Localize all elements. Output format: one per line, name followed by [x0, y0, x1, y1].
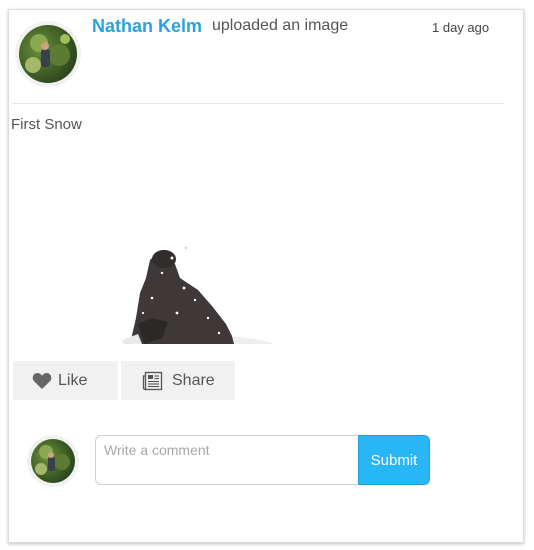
header-divider: [12, 103, 504, 104]
post-action-text: uploaded an image: [212, 17, 349, 34]
comment-input[interactable]: [95, 435, 359, 485]
author-avatar[interactable]: [15, 21, 81, 87]
author-name-link[interactable]: Nathan Kelm: [92, 16, 202, 37]
like-button[interactable]: Like: [13, 361, 118, 400]
post-caption: First Snow: [11, 116, 82, 133]
post-timestamp: 1 day ago: [432, 20, 490, 35]
author-avatar-image: [19, 25, 77, 83]
heart-icon: [32, 372, 52, 390]
share-newspaper-icon: [142, 371, 163, 391]
commenter-avatar: [27, 435, 79, 487]
share-label: Share: [172, 371, 215, 389]
share-button[interactable]: Share: [121, 361, 235, 400]
post-image[interactable]: [12, 148, 504, 344]
commenter-avatar-image: [31, 439, 75, 483]
like-label: Like: [58, 371, 88, 389]
submit-comment-button[interactable]: Submit: [358, 435, 430, 485]
